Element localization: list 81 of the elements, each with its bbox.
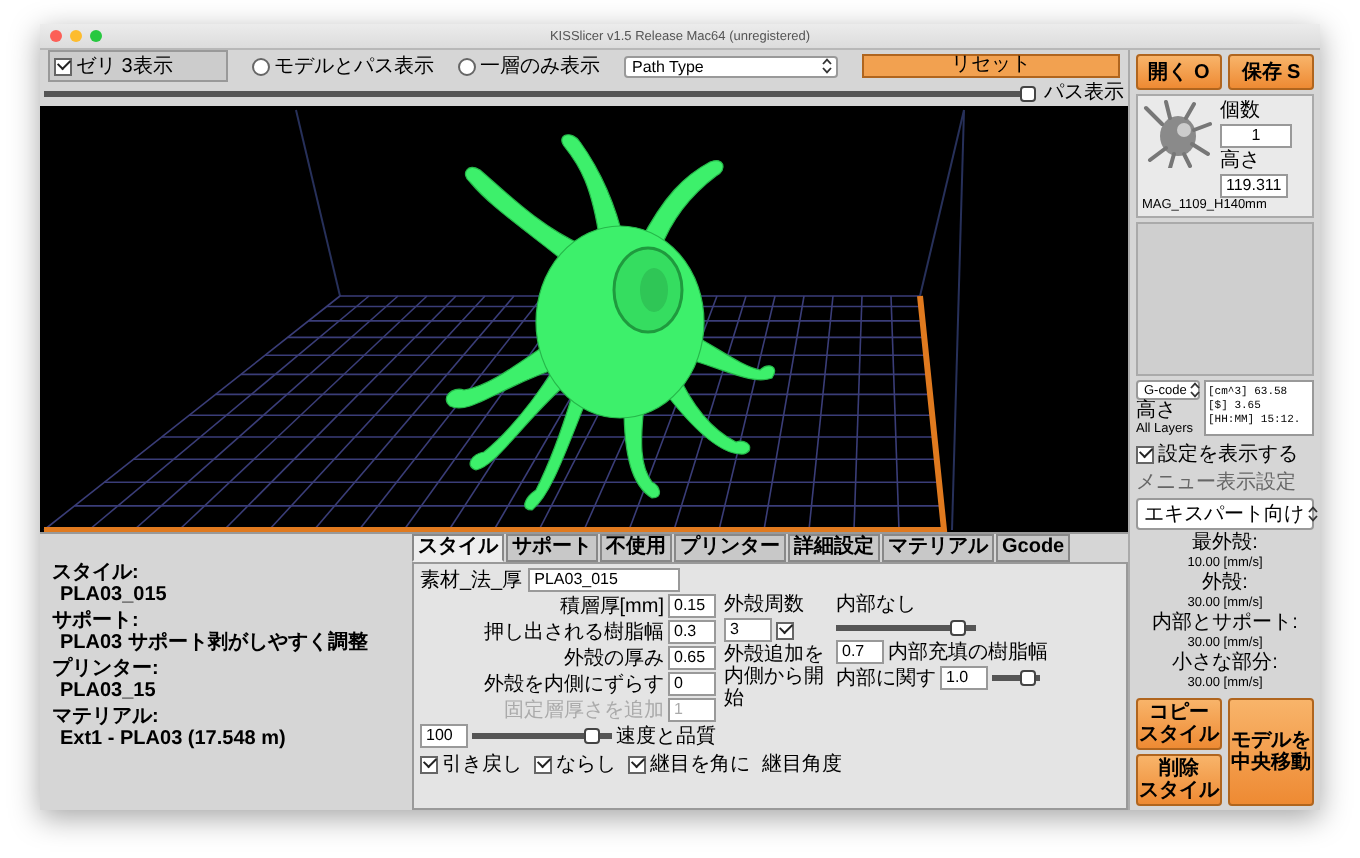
summary-label: サポート:	[52, 610, 141, 632]
speed-label: 速度と品質	[616, 725, 716, 747]
shells-field[interactable]: 3	[724, 618, 772, 642]
option-checkbox[interactable]: ならし	[534, 750, 616, 778]
settings-tab[interactable]: プリンター	[674, 534, 786, 562]
summary-value: PLA03 サポート剥がしやすく調整	[58, 632, 370, 654]
slider-thumb[interactable]	[1019, 670, 1036, 686]
settings-tab[interactable]: マテリアル	[882, 534, 994, 562]
model-thumbnail-drawing	[1142, 100, 1214, 168]
number-field[interactable]: 0.3	[668, 620, 716, 644]
settings-tab[interactable]: 不使用	[600, 534, 672, 562]
shells-label: 外殻周数	[724, 594, 806, 616]
radio-button[interactable]	[458, 57, 476, 75]
speed-label: 外殻:	[1202, 574, 1248, 594]
summary-label: マテリアル:	[52, 706, 161, 728]
path-slider[interactable]	[44, 86, 1036, 102]
number-field[interactable]: 0	[668, 672, 716, 696]
height-label: 高さ	[1220, 150, 1260, 172]
checkbox[interactable]	[1136, 445, 1154, 463]
chevron-updown-icon	[822, 58, 832, 74]
shells-note: 外殻追加を内側から開始	[724, 644, 826, 710]
number-field[interactable]: 0.65	[668, 646, 716, 670]
count-label: 個数	[1220, 100, 1260, 122]
menu-settings-label: メニュー表示設定	[1136, 472, 1298, 494]
reset-button[interactable]: リセット	[862, 54, 1120, 78]
view-option[interactable]: モデルとパス表示	[252, 52, 434, 80]
interior-slider[interactable]	[992, 670, 1040, 686]
center-model-button[interactable]: モデルを 中央移動	[1227, 698, 1314, 806]
slider-label: パス表示	[1044, 82, 1124, 106]
gcode-height-label: 高さ	[1136, 400, 1178, 422]
save-button[interactable]: 保存 S	[1228, 54, 1314, 90]
show-settings-checkbox[interactable]: 設定を表示する	[1136, 440, 1314, 468]
settings-tab[interactable]: サポート	[506, 534, 598, 562]
speed-label: 最外殻:	[1192, 534, 1258, 554]
slider-thumb[interactable]	[583, 728, 600, 744]
seam-angle-label: 継目角度	[762, 753, 842, 775]
slider-thumb[interactable]	[950, 620, 967, 636]
summary-value: PLA03_015	[58, 584, 169, 606]
option-checkbox[interactable]: 継目を角に	[628, 750, 750, 778]
settings-tab[interactable]: Gcode	[996, 534, 1071, 562]
infill-width-label: 内部充填の樹脂幅	[888, 641, 1048, 663]
slider-thumb[interactable]	[1020, 86, 1036, 102]
style-name-label: 素材_法_厚	[420, 569, 523, 591]
option-checkbox[interactable]: 引き戻し	[420, 750, 522, 778]
checkbox[interactable]	[534, 755, 552, 773]
style-name-field[interactable]: PLA03_015	[528, 568, 681, 592]
style-button[interactable]: コピー スタイル	[1136, 698, 1222, 750]
summary-label: スタイル:	[52, 562, 141, 584]
number-field[interactable]: 0.15	[668, 594, 716, 618]
checkbox[interactable]	[776, 621, 794, 639]
speed-slider[interactable]	[472, 728, 612, 744]
checkbox[interactable]	[628, 755, 646, 773]
field-label: 積層厚[mm]	[559, 595, 664, 617]
checkbox[interactable]	[54, 57, 72, 75]
infill-label: 内部なし	[836, 594, 918, 616]
radio-button[interactable]	[252, 57, 270, 75]
field-label: 固定層厚さを追加	[504, 699, 664, 721]
settings-tab[interactable]: 詳細設定	[788, 534, 880, 562]
menu-level-dropdown[interactable]: エキスパート向け	[1136, 498, 1314, 530]
checkbox[interactable]	[420, 755, 438, 773]
chevron-updown-icon	[1308, 506, 1318, 522]
speed-label: 内部とサポート:	[1152, 614, 1298, 634]
chevron-updown-icon	[1190, 382, 1201, 398]
interior-field[interactable]: 1.0	[940, 666, 988, 690]
summary-value: Ext1 - PLA03 (17.548 m)	[58, 728, 288, 750]
speed-field[interactable]: 100	[420, 724, 468, 748]
view-option[interactable]: 一層のみ表示	[458, 52, 600, 80]
summary-label: プリンター:	[52, 658, 161, 680]
settings-tab[interactable]: スタイル	[412, 534, 504, 562]
style-button[interactable]: 削除 スタイル	[1136, 754, 1222, 806]
infill-width-field[interactable]: 0.7	[836, 640, 884, 664]
height-field[interactable]: 119.311	[1220, 174, 1288, 198]
speed-label: 小さな部分:	[1172, 654, 1278, 674]
summary-value: PLA03_15	[58, 680, 158, 702]
count-spinner[interactable]: 1	[1220, 124, 1292, 148]
open-button[interactable]: 開く O	[1136, 54, 1222, 90]
field-label: 外殻の厚み	[564, 647, 664, 669]
field-label: 外殻を内側にずらす	[484, 673, 664, 695]
path-type-dropdown[interactable]: Path Type	[624, 55, 838, 77]
field-label: 押し出される樹脂幅	[484, 621, 664, 643]
interior-label: 内部に関す	[836, 667, 936, 689]
